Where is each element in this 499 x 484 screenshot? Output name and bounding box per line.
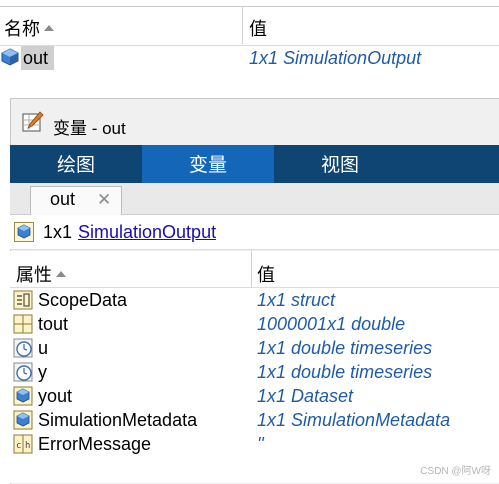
table-row[interactable]: SimulationMetadata 1x1 SimulationMetadat… (10, 408, 499, 432)
property-name: tout (38, 314, 69, 334)
column-divider[interactable] (242, 6, 243, 44)
tab-variable[interactable]: 变量 (142, 145, 274, 183)
timeseries-icon (13, 338, 33, 358)
class-link[interactable]: SimulationOutput (78, 222, 216, 243)
struct-icon (13, 290, 33, 310)
property-value: 1x1 struct (257, 290, 336, 310)
document-tab-label: out (50, 189, 76, 209)
workspace-column-name[interactable]: 名称 (4, 15, 54, 41)
summary-size: 1x1 (43, 222, 73, 242)
workspace-variable-out[interactable]: out (21, 46, 55, 70)
properties-column-name[interactable]: 属性 (16, 261, 66, 287)
object-cube-icon (13, 410, 33, 430)
workspace-column-value[interactable]: 值 (249, 15, 267, 41)
tab-plot[interactable]: 绘图 (10, 145, 142, 183)
timeseries-icon (13, 362, 33, 382)
sort-ascending-icon (44, 25, 54, 32)
property-name: y (38, 362, 47, 382)
property-name: ScopeData (38, 290, 128, 310)
property-name: yout (38, 386, 73, 406)
tab-view[interactable]: 视图 (274, 145, 406, 183)
property-value: 1x1 double timeseries (257, 338, 433, 358)
property-value: 1x1 Dataset (257, 386, 354, 406)
property-name: u (38, 338, 49, 358)
column-divider[interactable] (251, 251, 252, 287)
variable-editor-icon (22, 111, 44, 132)
matrix-icon (13, 314, 33, 334)
properties-table: ScopeData 1x1 struct tout 1000001x1 doub… (10, 288, 499, 483)
char-array-icon: c h (13, 434, 33, 454)
property-value: 1x1 double timeseries (257, 362, 433, 382)
sort-ascending-icon (56, 271, 66, 278)
table-row[interactable]: yout 1x1 Dataset (10, 384, 499, 408)
table-row[interactable]: u 1x1 double timeseries (10, 336, 499, 360)
table-row[interactable]: c h ErrorMessage '' (10, 432, 499, 456)
property-name: SimulationMetadata (38, 410, 198, 430)
svg-text:c: c (16, 441, 21, 451)
property-value: '' (257, 434, 264, 454)
property-value: 1000001x1 double (257, 314, 406, 334)
properties-header (10, 251, 499, 288)
close-icon[interactable]: ✕ (97, 190, 111, 210)
svg-text:h: h (25, 441, 30, 451)
object-cube-icon (14, 222, 34, 242)
object-cube-icon (13, 386, 33, 406)
table-row[interactable]: ScopeData 1x1 struct (10, 288, 499, 312)
column-name-label: 名称 (4, 19, 40, 39)
property-value: 1x1 SimulationMetadata (257, 410, 451, 430)
window-title: 变量 - out (53, 119, 126, 138)
struct-cube-icon (1, 48, 19, 66)
watermark: CSDN @阿W呀 (420, 466, 491, 477)
properties-column-label: 属性 (16, 265, 52, 285)
table-row[interactable]: tout 1000001x1 double (10, 312, 499, 336)
workspace-variable-value: 1x1 SimulationOutput (249, 48, 422, 68)
toolstrip-tabs: 绘图 变量 视图 (10, 145, 499, 183)
property-name: ErrorMessage (38, 434, 152, 454)
table-row[interactable]: y 1x1 double timeseries (10, 360, 499, 384)
properties-column-value[interactable]: 值 (257, 261, 275, 287)
